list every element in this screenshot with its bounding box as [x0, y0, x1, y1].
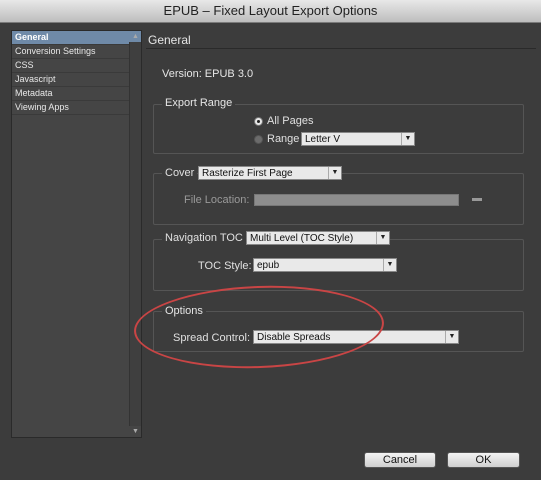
range-select[interactable]: Letter V ▼ [301, 132, 415, 146]
range-radio[interactable] [254, 135, 263, 144]
file-location-field[interactable] [254, 194, 459, 206]
all-pages-label[interactable]: All Pages [267, 115, 313, 127]
toc-style-select-value: epub [257, 260, 280, 271]
range-label[interactable]: Range [267, 133, 299, 145]
sidebar-item-viewing-apps[interactable]: Viewing Apps [12, 101, 141, 115]
export-range-legend: Export Range [162, 97, 236, 109]
window-title: EPUB – Fixed Layout Export Options [0, 0, 541, 23]
cancel-button[interactable]: Cancel [364, 452, 436, 468]
ok-button[interactable]: OK [447, 452, 520, 468]
sidebar-item-metadata[interactable]: Metadata [12, 87, 141, 101]
chevron-down-icon: ▼ [328, 167, 341, 179]
highlight-ellipse [132, 281, 386, 373]
cover-select-value: Rasterize First Page [202, 168, 293, 179]
toc-style-select[interactable]: epub ▼ [253, 258, 397, 272]
sidebar-item-conversion-settings[interactable]: Conversion Settings [12, 45, 141, 59]
chevron-down-icon: ▼ [401, 133, 414, 145]
range-select-value: Letter V [305, 134, 341, 145]
sidebar-item-general[interactable]: General [12, 31, 141, 45]
sidebar: General Conversion Settings CSS Javascri… [11, 30, 142, 438]
all-pages-radio[interactable] [254, 117, 263, 126]
toc-style-label: TOC Style: [198, 260, 252, 272]
cover-select[interactable]: Rasterize First Page ▼ [198, 166, 342, 180]
chevron-down-icon: ▼ [383, 259, 396, 271]
folder-icon[interactable]: ▬ [472, 193, 482, 204]
section-title: General [148, 33, 191, 47]
sidebar-item-css[interactable]: CSS [12, 59, 141, 73]
navigation-toc-label: Navigation TOC [162, 232, 246, 244]
chevron-down-icon: ▼ [376, 232, 389, 244]
scroll-up-arrow-icon[interactable]: ▲ [130, 31, 141, 42]
file-location-label: File Location: [184, 194, 250, 206]
navigation-toc-select[interactable]: Multi Level (TOC Style) ▼ [246, 231, 390, 245]
scroll-down-arrow-icon[interactable]: ▼ [130, 426, 141, 437]
chevron-down-icon: ▼ [445, 331, 458, 343]
section-divider [146, 48, 536, 49]
version-text: Version: EPUB 3.0 [162, 68, 254, 80]
sidebar-item-javascript[interactable]: Javascript [12, 73, 141, 87]
navigation-toc-select-value: Multi Level (TOC Style) [250, 233, 354, 244]
sidebar-scrollbar[interactable] [129, 42, 141, 426]
cover-label: Cover [162, 167, 198, 179]
